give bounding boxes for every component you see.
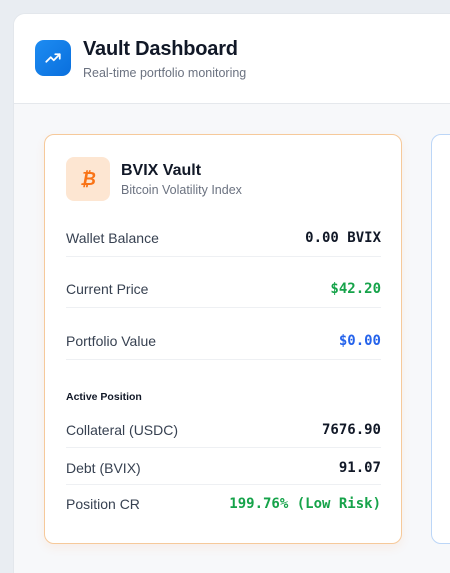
logo [35,40,71,76]
position-value: 199.76% (Low Risk) [229,496,381,512]
page-subtitle: Real-time portfolio monitoring [83,66,247,80]
header: Vault Dashboard Real-time portfolio moni… [14,14,450,104]
position-debt: Debt (BVIX) 91.07 [66,451,381,485]
position-collateral: Collateral (USDC) 7676.90 [66,412,381,448]
vault-description: Bitcoin Volatility Index [121,183,242,197]
stat-label: Wallet Balance [66,229,159,246]
position-label: Collateral (USDC) [66,421,179,438]
position-label: Position CR [66,496,140,512]
vault-card: ₿ BVIX Vault Bitcoin Volatility Index Wa… [44,134,402,544]
stat-current-price: Current Price $42.20 [66,271,381,308]
stat-value: $0.00 [338,332,381,349]
bitcoin-icon: ₿ [80,169,96,190]
position-value: 91.07 [338,459,381,476]
stat-label: Current Price [66,281,149,297]
svg-text:₿: ₿ [80,169,96,190]
position-value: 7676.90 [321,421,381,438]
stat-portfolio-value: Portfolio Value $0.00 [66,322,381,360]
vault-coin: ₿ [66,157,110,201]
vault-name: BVIX Vault [121,162,202,179]
position-cr: Position CR 199.76% (Low Risk) [66,489,381,519]
position-label: Debt (BVIX) [66,459,141,476]
stat-value: 0.00 BVIX [305,229,381,246]
section-title: Active Position [66,391,142,403]
stat-label: Portfolio Value [66,332,157,349]
stat-wallet-balance: Wallet Balance 0.00 BVIX [66,219,381,257]
app-window: Vault Dashboard Real-time portfolio moni… [13,13,450,573]
trending-up-icon [45,53,61,63]
stat-value: $42.20 [330,281,381,297]
page-title: Vault Dashboard [83,38,238,60]
vault-card-partial [431,134,450,544]
